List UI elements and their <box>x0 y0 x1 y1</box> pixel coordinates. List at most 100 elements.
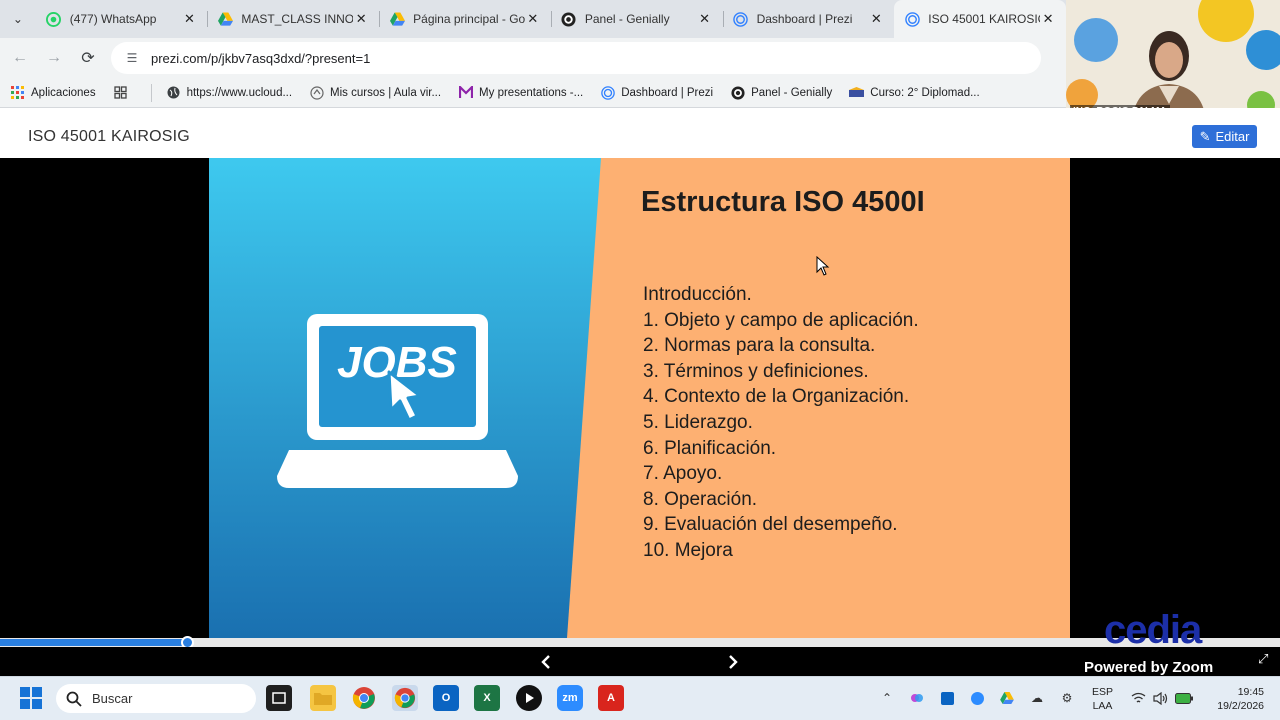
input-language-indicator[interactable]: ESP LAA <box>1092 685 1113 713</box>
prezi-icon <box>904 11 920 27</box>
windows-start-icon[interactable] <box>20 687 42 709</box>
player-controls: Powered by Zoom ⤢ <box>0 647 1280 676</box>
address-bar[interactable]: ☰ prezi.com/p/jkbv7asq3dxd/?present=1 <box>111 42 1041 74</box>
bookmark-label: Panel - Genially <box>751 86 833 99</box>
excel-icon[interactable]: X <box>474 685 500 711</box>
tab-close-icon[interactable]: ✕ <box>697 11 713 27</box>
bookmark-label: Dashboard | Prezi <box>621 86 714 99</box>
list-item: 3. Términos y definiciones. <box>643 360 869 382</box>
zoom-app-icon[interactable]: zm <box>557 685 583 711</box>
search-icon <box>66 691 82 707</box>
chrome-active-icon[interactable] <box>392 685 418 711</box>
list-item: 4. Contexto de la Organización. <box>643 386 910 408</box>
tab-groups-icon <box>113 85 128 100</box>
tab-dashboard-prezi[interactable]: Dashboard | Prezi ✕ <box>722 0 895 38</box>
cedia-logo: cedia <box>1104 608 1202 652</box>
show-hidden-icons-chevron-icon[interactable]: ⌃ <box>877 688 897 708</box>
fullscreen-icon[interactable]: ⤢ <box>1258 651 1268 667</box>
bookmark-label: https://www.ucloud... <box>186 86 293 99</box>
prezi-header: ISO 45001 KAIROSIG ✎ Editar <box>0 108 1280 158</box>
system-clock[interactable]: 19:45 19/2/2026 <box>1208 685 1264 713</box>
laptop-jobs-icon: JOBS <box>277 314 518 488</box>
prezi-icon <box>733 11 749 27</box>
list-item: 10. Mejora <box>643 539 733 561</box>
tab-close-icon[interactable]: ✕ <box>525 11 541 27</box>
bookmark-label: My presentations -... <box>479 86 584 99</box>
list-item: 9. Evaluación del desempeño. <box>643 514 898 536</box>
tab-pagina-principal[interactable]: Página principal - Go ✕ <box>379 0 551 38</box>
mouse-cursor-icon <box>816 256 830 276</box>
presentation-title: ISO 45001 KAIROSIG <box>28 128 190 145</box>
tab-close-icon[interactable]: ✕ <box>1040 11 1056 27</box>
next-slide-icon[interactable] <box>723 652 743 672</box>
bookmarks-bar: Aplicaciones https://www.ucloud... Mis c… <box>0 78 1066 108</box>
zoom-webcam-thumbnail: ING. ROCIO PALMA <box>1066 0 1280 120</box>
tab-title: ISO 45001 KAIROSIG <box>928 12 1041 26</box>
language-code: ESP <box>1092 686 1114 698</box>
tab-title: (477) WhatsApp <box>69 12 157 26</box>
google-drive-tray-icon[interactable] <box>997 688 1017 708</box>
tab-title: MAST_CLASS INNOV <box>241 12 354 26</box>
tab-search-chevron-icon[interactable]: ⌄ <box>0 0 36 38</box>
bookmark-dashboard-prezi[interactable]: Dashboard | Prezi <box>600 85 713 100</box>
copilot-tray-icon[interactable] <box>907 688 927 708</box>
slide: JOBS Estructura ISO 4500I Introducción. … <box>209 158 1070 638</box>
list-item: 6. Planificación. <box>643 437 777 459</box>
file-explorer-icon[interactable] <box>310 685 336 711</box>
list-item: Introducción. <box>643 284 752 305</box>
chrome-icon[interactable] <box>351 685 377 711</box>
bookmark-my-presentations[interactable]: My presentations -... <box>458 85 583 100</box>
wifi-icon[interactable] <box>1128 688 1148 708</box>
taskbar-search-box[interactable]: Buscar <box>56 684 256 713</box>
presentation-stage[interactable]: JOBS Estructura ISO 4500I Introducción. … <box>0 158 1280 638</box>
bookmark-curso-diplomado[interactable]: Curso: 2° Diplomad... <box>849 85 980 100</box>
browser-toolbar: ← → ⟳ ☰ prezi.com/p/jkbv7asq3dxd/?presen… <box>0 38 1066 78</box>
bookmark-label: Aplicaciones <box>31 86 96 99</box>
bookmark-ucloud[interactable]: https://www.ucloud... <box>166 85 292 100</box>
bookmark-mis-cursos[interactable]: Mis cursos | Aula vir... <box>309 85 441 100</box>
tab-groups-button[interactable] <box>113 85 134 100</box>
network-settings-icon[interactable]: ⚙ <box>1057 688 1077 708</box>
tab-close-icon[interactable]: ✕ <box>868 11 884 27</box>
tab-title: Dashboard | Prezi <box>756 12 853 26</box>
previous-slide-icon[interactable] <box>536 652 556 672</box>
site-settings-icon[interactable]: ☰ <box>123 51 141 65</box>
bookmark-label: Curso: 2° Diplomad... <box>870 86 980 99</box>
tab-title: Panel - Genially <box>584 12 670 26</box>
bookmarks-divider <box>150 83 152 102</box>
reload-icon[interactable]: ⟳ <box>71 41 105 75</box>
back-arrow-icon[interactable]: ← <box>3 41 37 75</box>
battery-icon[interactable] <box>1174 688 1194 708</box>
forward-arrow-icon[interactable]: → <box>37 41 71 75</box>
onedrive-cloud-icon[interactable]: ☁ <box>1027 688 1047 708</box>
list-item: 8. Operación. <box>643 488 758 510</box>
bookmark-panel-genially[interactable]: Panel - Genially <box>730 85 832 100</box>
course-icon <box>309 85 324 100</box>
tab-close-icon[interactable]: ✕ <box>181 11 197 27</box>
windows-taskbar: Buscar O X zm A ⌃ ☁ ⚙ ESP LAA 19:45 19/2… <box>0 676 1280 720</box>
tab-genially[interactable]: Panel - Genially ✕ <box>550 0 723 38</box>
zoom-tray-icon[interactable] <box>967 688 987 708</box>
slide-title: Estructura ISO 4500I <box>641 186 925 218</box>
task-view-icon[interactable] <box>266 685 292 711</box>
tab-iso-45001-active[interactable]: ISO 45001 KAIROSIG ✕ <box>894 0 1067 38</box>
tab-mast-class[interactable]: MAST_CLASS INNOV ✕ <box>207 0 379 38</box>
presentation-progress-bar[interactable] <box>0 636 1280 649</box>
google-drive-icon <box>217 11 233 27</box>
acrobat-icon[interactable]: A <box>598 685 624 711</box>
edit-button[interactable]: ✎ Editar <box>1192 125 1257 148</box>
outlook-tray-icon[interactable] <box>937 688 957 708</box>
tab-whatsapp[interactable]: (477) WhatsApp ✕ <box>36 0 208 38</box>
progress-fill <box>0 639 187 646</box>
media-player-icon[interactable] <box>516 685 542 711</box>
outlook-icon[interactable]: O <box>433 685 459 711</box>
bookmark-aplicaciones[interactable]: Aplicaciones <box>10 85 96 100</box>
globe-icon <box>166 85 181 100</box>
google-drive-icon <box>389 11 405 27</box>
tab-close-icon[interactable]: ✕ <box>353 11 369 27</box>
volume-icon[interactable] <box>1150 688 1170 708</box>
prezi-icon <box>600 85 615 100</box>
search-placeholder: Buscar <box>92 691 133 706</box>
whatsapp-icon <box>46 11 62 27</box>
list-item: 1. Objeto y campo de aplicación. <box>643 309 919 331</box>
